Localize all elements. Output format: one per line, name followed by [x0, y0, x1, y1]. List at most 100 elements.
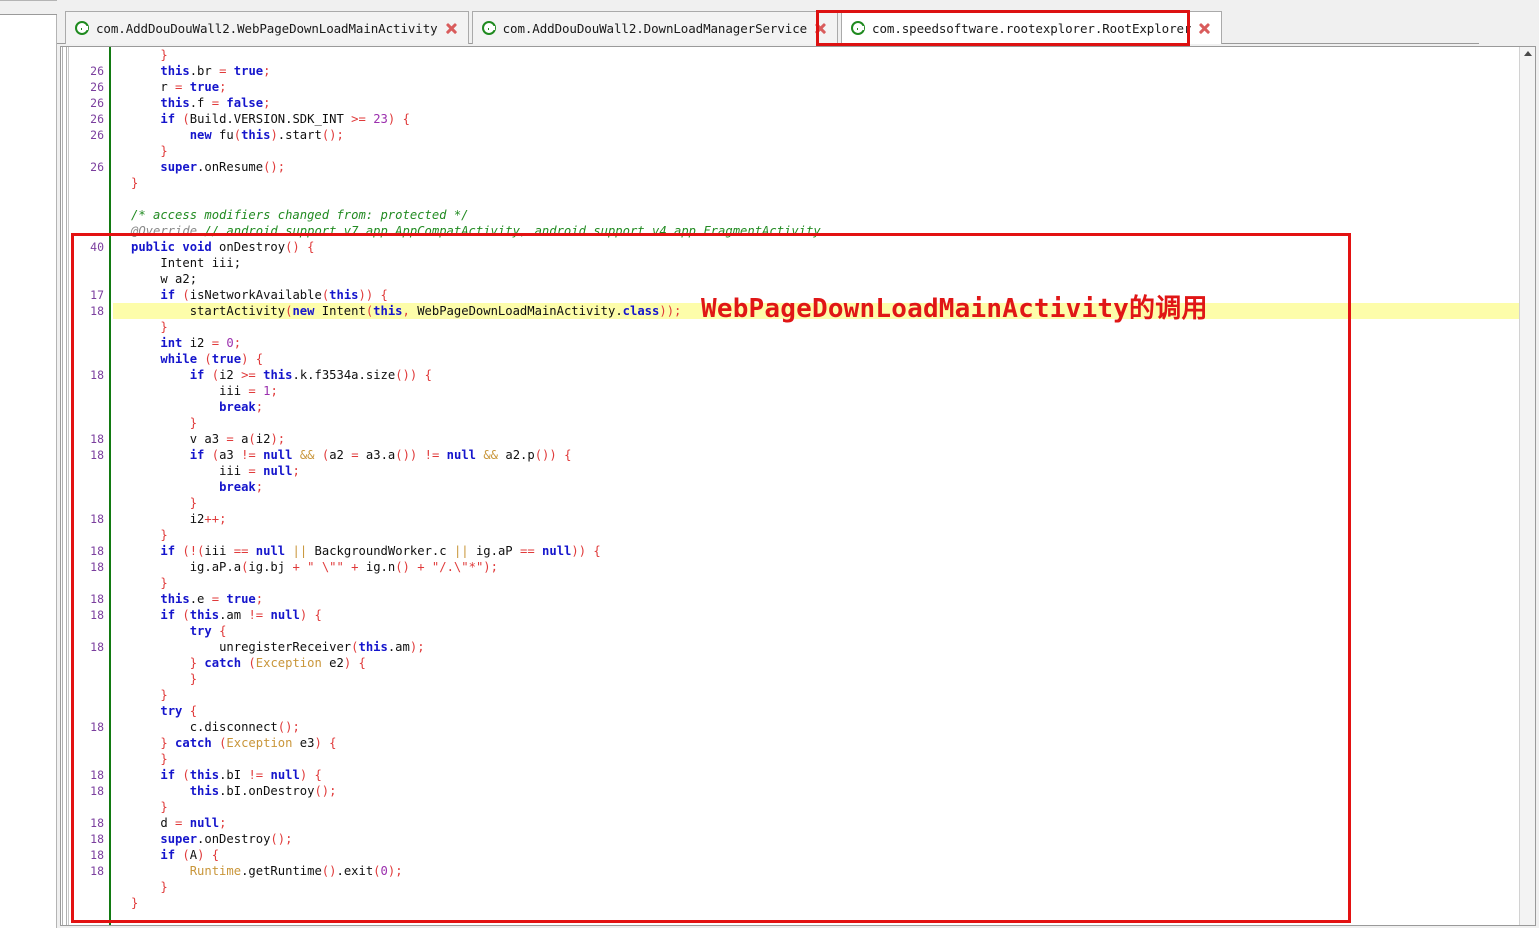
line-number: [70, 895, 109, 911]
code-line[interactable]: iii = null;: [113, 463, 1535, 479]
line-number: [70, 351, 109, 367]
code-line[interactable]: d = null;: [113, 815, 1535, 831]
code-line[interactable]: }: [113, 895, 1535, 911]
code-line[interactable]: }: [113, 799, 1535, 815]
code-line[interactable]: iii = 1;: [113, 383, 1535, 399]
line-number: 18: [70, 815, 109, 831]
line-number: [70, 703, 109, 719]
code-line[interactable]: Intent iii;: [113, 255, 1535, 271]
line-number: [70, 223, 109, 239]
code-line[interactable]: } catch (Exception e3) {: [113, 735, 1535, 751]
code-line[interactable]: try {: [113, 703, 1535, 719]
code-line[interactable]: @Override // android.support.v7.app.AppC…: [113, 223, 1535, 239]
vertical-scrollbar[interactable]: [1519, 47, 1535, 925]
code-line[interactable]: break;: [113, 399, 1535, 415]
line-number: 26: [70, 79, 109, 95]
left-scrollbar[interactable]: [61, 47, 69, 926]
tab-strip: com.AddDouDouWall2.WebPageDownLoadMainAc…: [65, 11, 1222, 44]
line-number: 18: [70, 767, 109, 783]
code-line[interactable]: if (Build.VERSION.SDK_INT >= 23) {: [113, 111, 1535, 127]
code-line[interactable]: if (a3 != null && (a2 = a3.a()) != null …: [113, 447, 1535, 463]
left-scrollbar-thumb[interactable]: [62, 47, 67, 926]
left-side-panel: [0, 0, 57, 928]
line-number: 17: [70, 287, 109, 303]
scroll-up-arrow-icon[interactable]: [1524, 51, 1532, 56]
tab-label: com.speedsoftware.rootexplorer.RootExplo…: [872, 21, 1191, 36]
code-line[interactable]: w a2;: [113, 271, 1535, 287]
code-line[interactable]: /* access modifiers changed from: protec…: [113, 207, 1535, 223]
class-icon: [482, 21, 496, 35]
code-line[interactable]: break;: [113, 479, 1535, 495]
line-number: 26: [70, 63, 109, 79]
code-line[interactable]: try {: [113, 623, 1535, 639]
line-number: [70, 319, 109, 335]
code-line[interactable]: unregisterReceiver(this.am);: [113, 639, 1535, 655]
line-number: 18: [70, 639, 109, 655]
code-line[interactable]: if (this.bI != null) {: [113, 767, 1535, 783]
left-panel-header: [0, 1, 57, 15]
line-number: [70, 191, 109, 207]
code-line[interactable]: this.bI.onDestroy();: [113, 783, 1535, 799]
code-line[interactable]: this.f = false;: [113, 95, 1535, 111]
change-marker-bar: [109, 47, 111, 926]
code-line[interactable]: }: [113, 879, 1535, 895]
code-line[interactable]: }: [113, 527, 1535, 543]
code-line[interactable]: public void onDestroy() {: [113, 239, 1535, 255]
code-line[interactable]: c.disconnect();: [113, 719, 1535, 735]
line-number: 26: [70, 111, 109, 127]
code-line[interactable]: }: [113, 687, 1535, 703]
line-number: 18: [70, 591, 109, 607]
annotation-label: WebPageDownLoadMainActivity的调用: [701, 288, 1208, 325]
line-number: 18: [70, 783, 109, 799]
code-line[interactable]: new fu(this).start();: [113, 127, 1535, 143]
line-number: 18: [70, 431, 109, 447]
code-line[interactable]: Runtime.getRuntime().exit(0);: [113, 863, 1535, 879]
editor-tab-0[interactable]: com.AddDouDouWall2.WebPageDownLoadMainAc…: [65, 11, 469, 44]
editor-tab-2[interactable]: com.speedsoftware.rootexplorer.RootExplo…: [841, 11, 1222, 44]
class-icon: [851, 21, 865, 35]
line-number: [70, 175, 109, 191]
code-editor-pane[interactable]: 2626262626264017181818181818181818181818…: [60, 46, 1536, 926]
code-line[interactable]: }: [113, 175, 1535, 191]
code-line[interactable]: }: [113, 495, 1535, 511]
code-line[interactable]: super.onResume();: [113, 159, 1535, 175]
code-line[interactable]: }: [113, 575, 1535, 591]
code-line[interactable]: if (this.am != null) {: [113, 607, 1535, 623]
line-number: 18: [70, 543, 109, 559]
close-icon[interactable]: [1198, 22, 1211, 35]
line-number: [70, 687, 109, 703]
code-line[interactable]: }: [113, 671, 1535, 687]
code-line[interactable]: while (true) {: [113, 351, 1535, 367]
code-line[interactable]: int i2 = 0;: [113, 335, 1535, 351]
close-icon[interactable]: [445, 22, 458, 35]
line-number-gutter: 2626262626264017181818181818181818181818…: [70, 47, 109, 926]
code-text[interactable]: } this.br = true; r = true; this.f = fal…: [113, 47, 1535, 926]
code-line[interactable]: v a3 = a(i2);: [113, 431, 1535, 447]
code-line[interactable]: }: [113, 47, 1535, 63]
line-number: 18: [70, 447, 109, 463]
code-line[interactable]: if (A) {: [113, 847, 1535, 863]
code-line[interactable]: i2++;: [113, 511, 1535, 527]
code-line[interactable]: this.e = true;: [113, 591, 1535, 607]
code-line[interactable]: }: [113, 751, 1535, 767]
code-line[interactable]: super.onDestroy();: [113, 831, 1535, 847]
code-line[interactable]: r = true;: [113, 79, 1535, 95]
line-number: [70, 799, 109, 815]
line-number: [70, 575, 109, 591]
line-number: [70, 735, 109, 751]
line-number: [70, 623, 109, 639]
code-line[interactable]: } catch (Exception e2) {: [113, 655, 1535, 671]
line-number: [70, 399, 109, 415]
class-icon: [75, 21, 89, 35]
editor-tab-1[interactable]: com.AddDouDouWall2.DownLoadManagerServic…: [472, 11, 838, 44]
code-line[interactable]: [113, 191, 1535, 207]
code-line[interactable]: this.br = true;: [113, 63, 1535, 79]
code-line[interactable]: if (!(iii == null || BackgroundWorker.c …: [113, 543, 1535, 559]
close-icon[interactable]: [814, 22, 827, 35]
code-line[interactable]: ig.aP.a(ig.bj + " \"" + ig.n() + "/.\"*"…: [113, 559, 1535, 575]
code-line[interactable]: }: [113, 143, 1535, 159]
code-line[interactable]: if (i2 >= this.k.f3534a.size()) {: [113, 367, 1535, 383]
code-line[interactable]: }: [113, 415, 1535, 431]
line-number: 26: [70, 159, 109, 175]
line-number: [70, 335, 109, 351]
